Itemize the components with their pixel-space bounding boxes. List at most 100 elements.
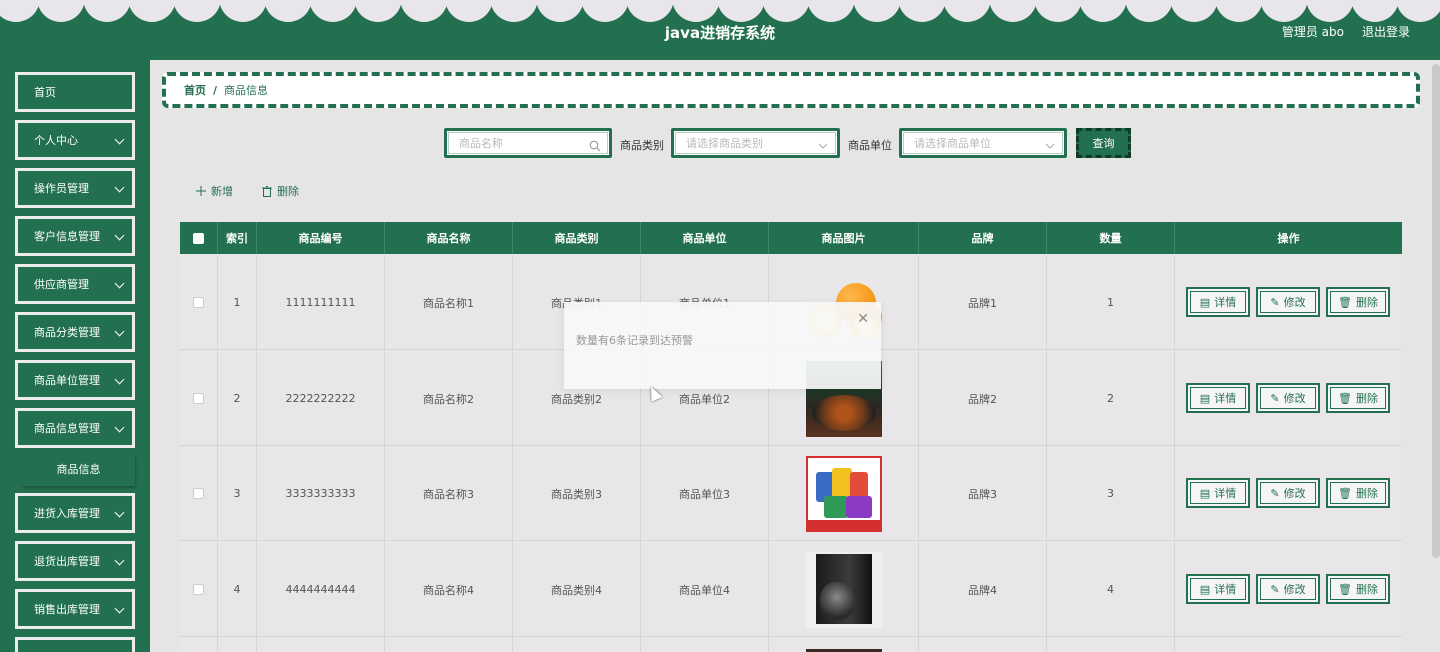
product-name-placeholder: 商品名称	[459, 137, 503, 150]
delete-button[interactable]: 🗑 删除	[1326, 287, 1390, 317]
sidebar-item-suppliers[interactable]: 供应商管理	[15, 264, 135, 304]
column-header: 商品类别	[513, 222, 641, 254]
sidebar-item-purchase-inbound[interactable]: 进货入库管理	[15, 493, 135, 533]
bulk-delete-button[interactable]: 删除	[262, 183, 299, 199]
bulk-delete-label: 删除	[277, 185, 299, 198]
chevron-down-icon	[114, 182, 125, 193]
sidebar-item-label: 进货入库管理	[34, 507, 100, 520]
breadcrumb-current: 商品信息	[224, 84, 269, 97]
code-cell: 3333333333	[257, 446, 385, 541]
plus-icon	[196, 186, 206, 196]
sidebar-item-personal-center[interactable]: 个人中心	[15, 120, 135, 160]
detail-button[interactable]: ▤ 详情	[1186, 574, 1250, 604]
row-checkbox[interactable]	[193, 584, 204, 595]
chevron-down-icon	[818, 143, 828, 149]
scallop-shape	[218, 0, 267, 22]
name-cell: 商品名称4	[385, 542, 513, 637]
sidebar-item-customers[interactable]: 客户信息管理	[15, 216, 135, 256]
row-checkbox[interactable]	[193, 488, 204, 499]
product-image-book-set	[805, 551, 882, 628]
sidebar-item-product-units[interactable]: 商品单位管理	[15, 360, 135, 400]
delete-button-label: 删除	[1355, 392, 1378, 405]
chevron-down-icon	[114, 422, 125, 433]
scallop-shape	[626, 0, 675, 22]
sidebar-item-product-categories[interactable]: 商品分类管理	[15, 312, 135, 352]
delete-button[interactable]: 🗑 删除	[1326, 383, 1390, 413]
operations-cell: ▤ 详情 ✎ 修改 🗑 删除	[1175, 446, 1402, 541]
sidebar-item-return-outbound[interactable]: 退货出库管理	[15, 541, 135, 581]
detail-button[interactable]: ▤ 详情	[1186, 383, 1250, 413]
sidebar-item-more[interactable]	[15, 637, 135, 652]
column-header: 数量	[1047, 222, 1175, 254]
sidebar-item-product-info[interactable]: 商品信息管理	[15, 408, 135, 448]
pencil-icon: ✎	[1270, 391, 1280, 405]
toast-message: 数量有6条记录到达预警	[576, 334, 693, 347]
edit-button-label: 修改	[1283, 583, 1306, 596]
header-scallop-decoration	[0, 0, 1440, 24]
edit-button[interactable]: ✎ 修改	[1256, 478, 1320, 508]
close-icon[interactable]: ✕	[857, 311, 869, 327]
delete-button[interactable]: 🗑 删除	[1326, 478, 1390, 508]
sidebar-item-label: 退货出库管理	[34, 555, 100, 568]
logout-link[interactable]: 退出登录	[1362, 23, 1410, 40]
row-checkbox[interactable]	[193, 297, 204, 308]
sidebar: 首页 个人中心 操作员管理 客户信息管理 供应商管理 商品分类管理 商品单位管理…	[0, 60, 150, 652]
page-scrollbar[interactable]	[1432, 64, 1440, 558]
unit-select[interactable]: 请选择商品单位	[899, 128, 1067, 158]
brand-cell: 品牌2	[919, 351, 1047, 446]
submenu-item-product-info[interactable]: 商品信息	[22, 452, 135, 486]
qty-cell: 2	[1047, 351, 1175, 446]
column-header: 商品单位	[641, 222, 769, 254]
index-cell: 3	[218, 446, 257, 541]
pencil-icon: ✎	[1270, 295, 1280, 309]
detail-button[interactable]: ▤ 详情	[1186, 287, 1250, 317]
add-button[interactable]: 新增	[196, 183, 233, 199]
code-cell: 4444444444	[257, 542, 385, 637]
edit-button[interactable]: ✎ 修改	[1256, 383, 1320, 413]
column-header: 操作	[1277, 232, 1300, 245]
scallop-shape	[852, 0, 901, 22]
brand-cell: 品牌1	[919, 255, 1047, 350]
sidebar-item-operators[interactable]: 操作员管理	[15, 168, 135, 208]
name-cell: 商品名称1	[385, 255, 513, 350]
scallop-shape	[82, 0, 131, 22]
scallop-shape	[1033, 0, 1082, 22]
table-row: 3 3333333333 商品名称3 商品类别3 商品单位3 品牌3 3 ▤ 详情…	[180, 446, 1402, 541]
row-checkbox[interactable]	[193, 393, 204, 404]
sidebar-item-sales-outbound[interactable]: 销售出库管理	[15, 589, 135, 629]
detail-button-label: 详情	[1214, 487, 1237, 500]
scallop-shape	[1305, 0, 1354, 22]
column-header: 索引	[218, 222, 257, 254]
sidebar-item-label: 个人中心	[34, 134, 78, 147]
breadcrumb-home[interactable]: 首页	[184, 82, 206, 98]
detail-button[interactable]: ▤ 详情	[1186, 478, 1250, 508]
trash-icon: 🗑	[1338, 391, 1352, 405]
scallop-shape	[490, 0, 539, 22]
edit-button[interactable]: ✎ 修改	[1256, 287, 1320, 317]
edit-button[interactable]: ✎ 修改	[1256, 574, 1320, 604]
query-button[interactable]: 查询	[1076, 128, 1131, 158]
category-select[interactable]: 请选择商品类别	[671, 128, 840, 158]
scallop-shape	[716, 0, 765, 22]
delete-button[interactable]: 🗑 删除	[1326, 574, 1390, 604]
code-cell: 2222222222	[257, 351, 385, 446]
index-cell: 1	[218, 255, 257, 350]
product-name-input[interactable]: 商品名称	[444, 128, 612, 158]
pencil-icon: ✎	[1270, 486, 1280, 500]
edit-button-label: 修改	[1283, 392, 1306, 405]
scallop-shape	[988, 0, 1037, 22]
app-title: java进销存系统	[664, 24, 776, 42]
detail-button-label: 详情	[1214, 296, 1237, 309]
edit-button-label: 修改	[1283, 296, 1306, 309]
detail-button-label: 详情	[1214, 392, 1237, 405]
chevron-down-icon	[114, 326, 125, 337]
index-cell: 2	[218, 351, 257, 446]
image-cell	[769, 446, 919, 541]
name-cell: 商品名称3	[385, 446, 513, 541]
sidebar-item-home[interactable]: 首页	[15, 72, 135, 112]
scallop-shape	[1124, 0, 1173, 22]
detail-button-label: 详情	[1214, 583, 1237, 596]
select-all-checkbox[interactable]	[193, 232, 204, 244]
select-all-header	[180, 222, 218, 254]
unit-placeholder: 请选择商品单位	[914, 137, 991, 150]
